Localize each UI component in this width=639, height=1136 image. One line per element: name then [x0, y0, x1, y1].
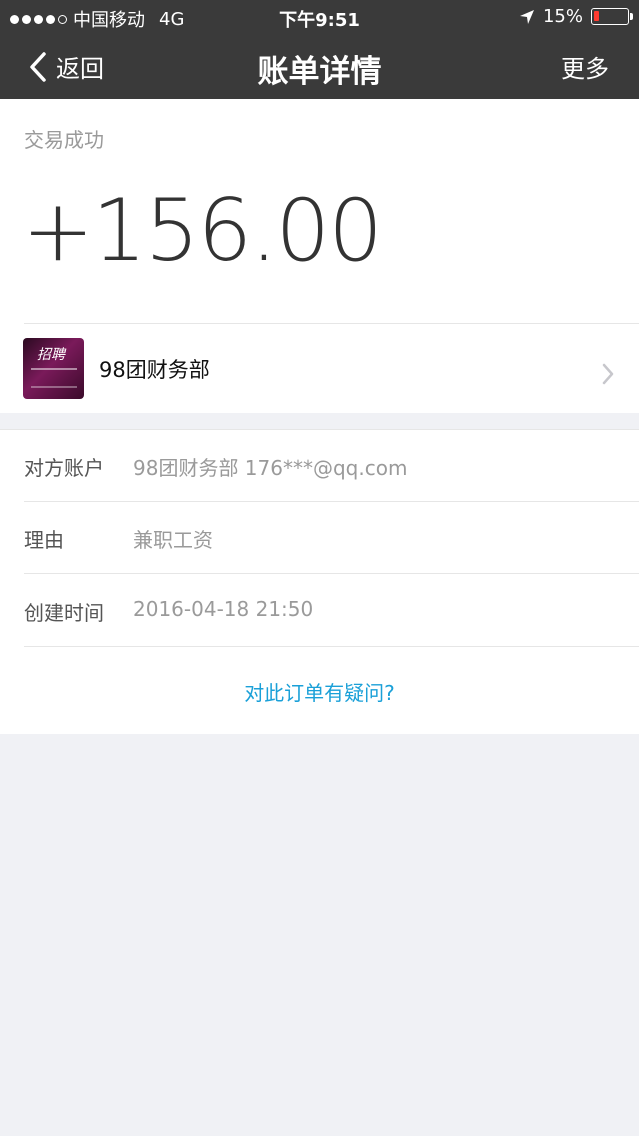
status-bar: 中国移动 4G 下午9:51 15%	[0, 0, 639, 34]
avatar-text: 招聘	[37, 347, 65, 363]
detail-label: 对方账户	[24, 456, 104, 480]
more-button[interactable]: 更多	[561, 49, 609, 84]
detail-value: 98团财务部 176***@qq.com	[133, 456, 408, 480]
location-arrow-icon	[519, 9, 534, 24]
transaction-amount: +156.00	[22, 181, 383, 281]
battery-percent: 15%	[542, 6, 583, 27]
detail-value: 2016-04-18 21:50	[133, 597, 314, 621]
transaction-status: 交易成功	[24, 128, 104, 152]
battery-icon	[591, 8, 633, 25]
order-question-link[interactable]: 对此订单有疑问?	[0, 677, 639, 706]
status-right: 15%	[519, 6, 633, 27]
detail-row-account: 对方账户 98团财务部 176***@qq.com	[0, 430, 639, 502]
nav-bar: 返回 账单详情 更多	[0, 34, 639, 99]
page-title: 账单详情	[257, 54, 382, 90]
merchant-row[interactable]: 招聘 98团财务部	[0, 324, 639, 413]
detail-value: 兼职工资	[133, 528, 213, 552]
detail-label: 理由	[24, 528, 64, 552]
detail-row-reason: 理由 兼职工资	[0, 502, 639, 574]
merchant-name: 98团财务部	[99, 358, 210, 382]
summary-card: 交易成功 +156.00 招聘 98团财务部	[0, 99, 639, 413]
detail-card: 对方账户 98团财务部 176***@qq.com 理由 兼职工资 创建时间 2…	[0, 429, 639, 734]
bill-detail-screen: 中国移动 4G 下午9:51 15% 返回 账单详情 更多 交易成功 +156.…	[0, 0, 639, 1136]
top-bar: 中国移动 4G 下午9:51 15% 返回 账单详情 更多	[0, 0, 639, 99]
merchant-avatar: 招聘	[23, 338, 84, 399]
chevron-right-icon	[602, 363, 614, 385]
detail-label: 创建时间	[24, 601, 104, 625]
detail-row-created-time: 创建时间 2016-04-18 21:50	[0, 575, 639, 647]
